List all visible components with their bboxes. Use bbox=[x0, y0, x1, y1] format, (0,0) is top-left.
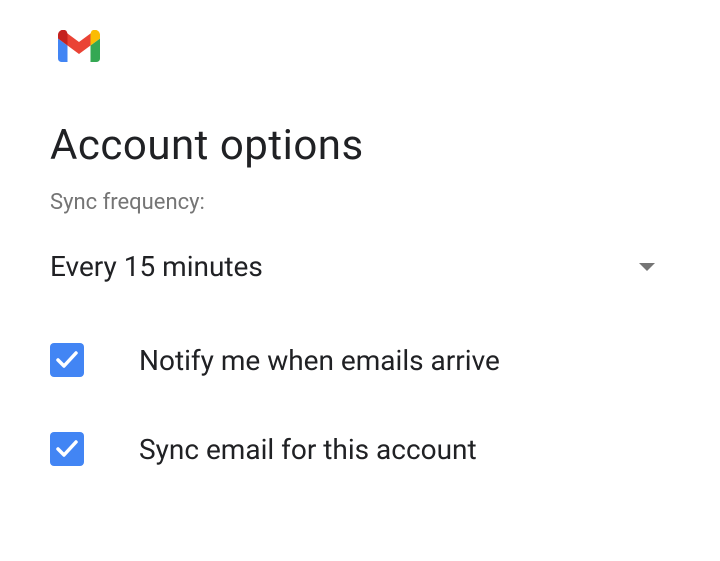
sync-frequency-label: Sync frequency: bbox=[50, 190, 670, 215]
check-icon bbox=[56, 351, 78, 369]
sync-checkbox-label: Sync email for this account bbox=[139, 433, 477, 466]
notify-checkbox-row[interactable]: Notify me when emails arrive bbox=[50, 343, 670, 377]
chevron-down-icon bbox=[639, 263, 655, 271]
sync-checkbox[interactable] bbox=[50, 432, 84, 466]
gmail-icon bbox=[58, 30, 670, 66]
sync-frequency-value: Every 15 minutes bbox=[50, 250, 263, 283]
sync-frequency-dropdown[interactable]: Every 15 minutes bbox=[50, 250, 670, 283]
sync-checkbox-row[interactable]: Sync email for this account bbox=[50, 432, 670, 466]
check-icon bbox=[56, 440, 78, 458]
notify-checkbox[interactable] bbox=[50, 343, 84, 377]
page-title: Account options bbox=[50, 121, 670, 170]
notify-checkbox-label: Notify me when emails arrive bbox=[139, 344, 500, 377]
